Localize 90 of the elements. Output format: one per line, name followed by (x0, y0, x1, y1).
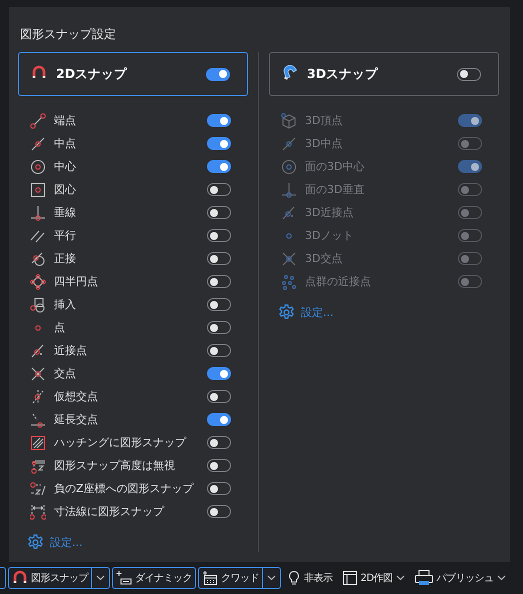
snap-option-label: 3D頂点 (305, 113, 344, 128)
snap-option-label: 3D中点 (305, 136, 344, 151)
snap-option-label: 延長交点 (54, 412, 99, 427)
snap-option-label: 点群の近接点 (305, 274, 372, 289)
snap-option-label: 垂線 (54, 205, 77, 220)
grid-icon (202, 570, 218, 586)
status-menu-button[interactable]: パブリッシュ (410, 567, 509, 589)
insert-block-icon (30, 296, 46, 312)
snap-option-label: 3D近接点 (305, 205, 354, 220)
snap-option-label: 中点 (54, 136, 77, 151)
snap-mode-card[interactable]: 2Dスナップ (18, 52, 248, 96)
settings-icon (27, 534, 44, 551)
snap-option-label: 面の3D垂直 (305, 182, 366, 197)
negative-z-icon (30, 480, 46, 496)
window-icon (342, 570, 358, 586)
toggle-switch[interactable] (207, 252, 231, 265)
snap-option-label: 四半円点 (54, 274, 99, 289)
circle-center-icon (281, 158, 297, 174)
snap-option-label: ハッチングに図形スナップ (54, 435, 188, 450)
toggle-switch[interactable] (207, 183, 231, 196)
snap-option-label: 3D交点 (305, 251, 344, 266)
toggle-switch[interactable] (207, 229, 231, 242)
status-button[interactable]: 非表示 (284, 567, 336, 589)
settings-link[interactable]: 設定... (50, 535, 82, 550)
intersection-icon (30, 366, 46, 382)
snap-option-label: 面の3D中心 (305, 159, 366, 174)
snap-option-label: 正接 (54, 251, 77, 266)
line-endpoints-icon (30, 112, 46, 128)
status-menu-button[interactable]: 2D作図 (338, 567, 408, 589)
snap-option-label: 図形スナップ高度は無視 (54, 458, 176, 473)
snap-option-label: 交点 (54, 366, 77, 381)
caret-icon (267, 575, 276, 581)
circle-center-icon (30, 158, 46, 174)
toggle-switch[interactable] (207, 137, 231, 150)
hatch-icon (30, 434, 46, 450)
tangent-circle-icon (30, 250, 46, 266)
toggle-switch[interactable] (207, 298, 231, 311)
dialog-title: 図形スナップ設定 (20, 26, 116, 43)
toggle-switch[interactable] (206, 68, 230, 80)
toggle-switch[interactable] (207, 344, 231, 357)
snap-option-label: 寸法線に図形スナップ (54, 504, 166, 519)
toggle-switch[interactable] (207, 160, 231, 173)
nearest-point-icon (30, 342, 46, 358)
snap-option-label: 中心 (54, 159, 77, 174)
snap-option-label: 平行 (54, 228, 77, 243)
point-cloud-icon (281, 274, 297, 290)
intersection-icon (281, 250, 297, 266)
toggle-switch[interactable] (207, 321, 231, 334)
toggle-switch[interactable] (207, 114, 231, 127)
lightbulb-icon (287, 570, 301, 586)
line-midpoint-icon (281, 136, 297, 152)
toggle-switch[interactable] (207, 275, 231, 288)
caret-icon (96, 575, 105, 581)
elevation-icon (30, 458, 46, 474)
magnet-icon (12, 570, 28, 586)
snap-option-label: 挿入 (54, 297, 77, 312)
toggle-switch[interactable] (207, 482, 231, 495)
snap-mode-title: 3Dスナップ (307, 66, 380, 82)
toggle-switch[interactable] (207, 413, 231, 426)
perpendicular-icon (30, 204, 46, 220)
apparent-intersection-icon (30, 388, 46, 404)
snap-option-label: 端点 (54, 113, 77, 128)
nearest-point-icon (281, 204, 297, 220)
caret-icon (496, 575, 506, 581)
toggle-switch[interactable] (207, 390, 231, 403)
snap-option-label: 負のZ座標への図形スナップ (54, 481, 195, 496)
quadrant-points-icon (30, 274, 46, 290)
caret-icon (396, 575, 405, 581)
dimension-line-icon (30, 504, 46, 520)
toggle-switch[interactable] (207, 367, 231, 380)
snap-option-label: 3Dノット (305, 228, 354, 243)
snap-option-label: 近接点 (54, 343, 88, 358)
extension-intersection-icon (30, 412, 46, 428)
toggle-switch[interactable] (207, 459, 231, 472)
status-toggle-button[interactable]: ダイナミック (112, 567, 196, 589)
snap-mode-title: 2Dスナップ (56, 66, 128, 82)
toggle-switch[interactable] (207, 436, 231, 449)
snap-option-label: 図心 (54, 182, 77, 197)
printer-icon (414, 569, 434, 587)
toolbar-button[interactable] (0, 567, 6, 589)
dynamic-input-icon (116, 570, 132, 586)
toggle-switch[interactable] (207, 206, 231, 219)
cube-icon (281, 112, 297, 128)
snap-option-label: 点 (54, 320, 66, 335)
perpendicular-icon (281, 182, 297, 198)
line-midpoint-icon (30, 136, 46, 152)
settings-icon (278, 304, 295, 321)
square-center-icon (30, 182, 46, 198)
snap-option-label: 仮想交点 (54, 389, 99, 404)
toggle-switch[interactable] (207, 505, 231, 518)
